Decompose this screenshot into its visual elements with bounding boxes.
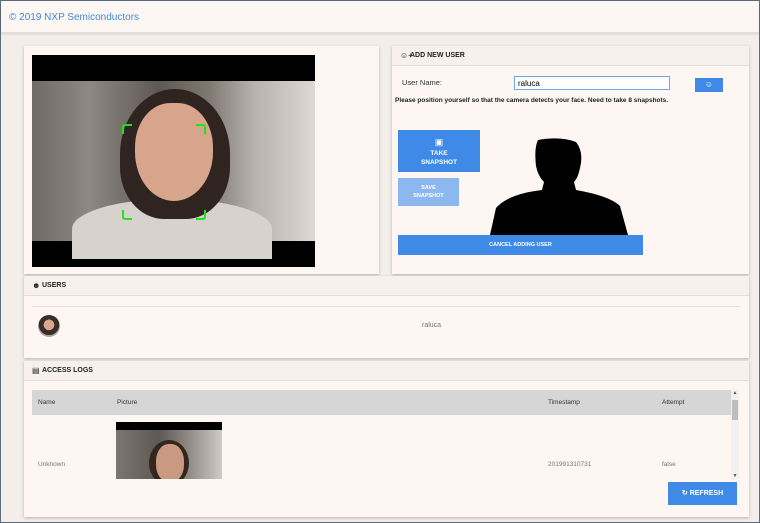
users-header: ☻ USERS [24, 276, 749, 296]
add-user-header: ☺+ ADD NEW USER [392, 46, 749, 66]
table-header: Name Picture Timestamp Attempt [32, 390, 731, 415]
instruction-text: Please position yourself so that the cam… [395, 97, 669, 104]
add-user-title: ADD NEW USER [410, 52, 465, 59]
log-timestamp: 201991310731 [548, 461, 592, 468]
users-divider [32, 306, 740, 307]
camera-feed [32, 55, 315, 267]
log-person-face [156, 444, 184, 479]
username-label: User Name: [402, 78, 443, 87]
face-box-corner-tr [196, 124, 206, 134]
log-name: Unknown [38, 461, 66, 468]
refresh-label: REFRESH [689, 490, 724, 497]
scroll-down-icon[interactable]: ▼ [731, 473, 739, 479]
column-header-attempt[interactable]: Attempt [662, 399, 684, 406]
silhouette-image [490, 138, 628, 235]
add-face-button[interactable]: ☺ [695, 78, 723, 92]
log-picture-frame [116, 430, 222, 479]
add-user-card: ☺+ ADD NEW USER User Name: ☺ Please posi… [392, 46, 749, 274]
refresh-button[interactable]: ↻ REFRESH [668, 482, 737, 505]
save-snapshot-button[interactable]: SAVE SNAPSHOT [398, 178, 459, 206]
user-name: raluca [422, 322, 442, 329]
take-snapshot-button[interactable]: ▣ TAKE SNAPSHOT [398, 130, 480, 172]
face-box-corner-tl [122, 124, 132, 134]
log-picture [116, 422, 222, 479]
top-bar: © 2019 NXP Semiconductors [1, 1, 759, 33]
username-input[interactable] [514, 76, 670, 90]
column-header-name[interactable]: Name [38, 399, 55, 406]
user-add-icon: ☺ [704, 80, 714, 89]
access-logs-card: ▤ ACCESS LOGS Name Picture Timestamp Att… [24, 361, 749, 517]
access-logs-title: ACCESS LOGS [42, 367, 93, 374]
access-logs-header: ▤ ACCESS LOGS [24, 361, 749, 381]
log-attempt: false [662, 461, 676, 468]
camera-card [24, 46, 379, 274]
access-logs-table: Name Picture Timestamp Attempt Unknown 2… [32, 390, 731, 479]
camera-frame [32, 81, 315, 259]
users-card: ☻ USERS raluca [24, 276, 749, 358]
camera-person-face [135, 103, 213, 201]
column-header-timestamp[interactable]: Timestamp [548, 399, 580, 406]
user-icon: ☻ [32, 281, 41, 290]
copyright-text: © 2019 NXP Semiconductors [9, 12, 140, 23]
avatar[interactable] [38, 315, 60, 337]
users-title: USERS [42, 282, 67, 289]
logs-scrollbar[interactable]: ▲ ▼ [731, 390, 739, 479]
face-box-corner-br [196, 210, 206, 220]
column-header-picture[interactable]: Picture [117, 399, 137, 406]
camera-icon: ▣ [434, 137, 444, 147]
id-card-icon: ▤ [32, 366, 40, 375]
scrollbar-thumb[interactable] [732, 400, 738, 420]
cancel-adding-user-button[interactable]: CANCEL ADDING USER [398, 235, 643, 255]
refresh-icon: ↻ [681, 490, 688, 497]
scroll-up-icon[interactable]: ▲ [731, 390, 739, 396]
save-snapshot-label: SAVE SNAPSHOT [413, 185, 444, 199]
take-snapshot-label: TAKE SNAPSHOT [420, 150, 458, 166]
face-box-corner-bl [122, 210, 132, 220]
